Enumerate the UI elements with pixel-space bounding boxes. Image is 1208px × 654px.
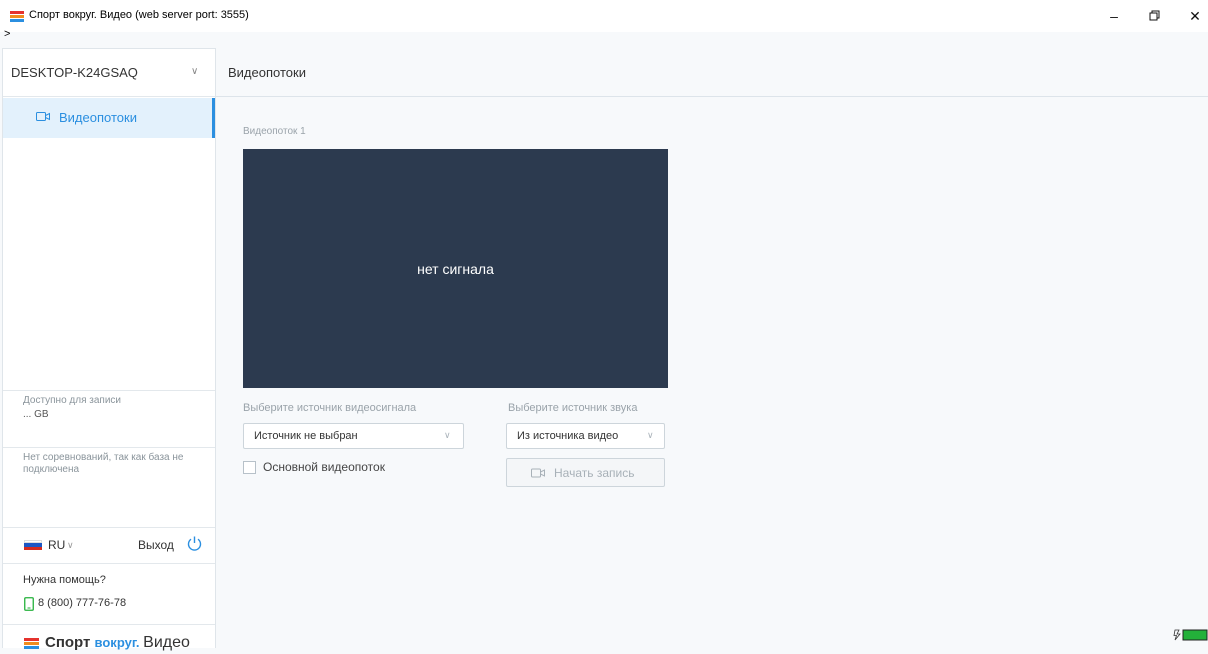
title-bar: Спорт вокруг. Видео (web server port: 35… <box>0 0 1208 32</box>
help-phone: 8 (800) 777-76-78 <box>38 597 127 609</box>
help-title: Нужна помощь? <box>23 574 106 586</box>
sidebar-item-videostreams[interactable]: Видеопотоки <box>3 98 215 138</box>
start-recording-button[interactable]: Начать запись <box>506 458 665 487</box>
sidebar: DESKTOP-K24GSAQ ∨ Видеопотоки Доступно д… <box>2 48 216 651</box>
close-button[interactable]: ✕ <box>1185 6 1205 26</box>
main-stream-checkbox[interactable] <box>243 461 256 474</box>
storage-label: Доступно для записи <box>23 395 122 406</box>
chevron-down-icon: ∨ <box>444 430 451 440</box>
storage-info: Доступно для записи ... GB <box>3 390 215 448</box>
video-source-value: Источник не выбран <box>254 430 358 442</box>
app-logo-icon <box>10 11 24 22</box>
camera-icon <box>36 112 50 121</box>
language-logout-row: RU ∨ Выход <box>3 527 215 564</box>
audio-source-label: Выберите источник звука <box>508 402 638 414</box>
minimize-button[interactable]: – <box>1104 6 1124 26</box>
storage-value: ... GB <box>23 409 49 420</box>
device-select[interactable]: DESKTOP-K24GSAQ ∨ <box>3 49 215 97</box>
chevron-down-icon: ∨ <box>647 430 654 440</box>
chevron-down-icon: ∨ <box>67 540 74 550</box>
brand-footer: Спорт вокруг. Видео <box>3 624 215 654</box>
video-source-select[interactable]: Источник не выбран ∨ <box>243 423 464 449</box>
main-stream-label[interactable]: Основной видеопоток <box>263 460 385 474</box>
chevron-down-icon: ∨ <box>191 66 199 77</box>
battery-icon <box>1173 629 1208 641</box>
logout-button[interactable]: Выход <box>138 538 174 552</box>
device-name: DESKTOP-K24GSAQ <box>11 65 138 80</box>
stream-title: Видеопоток 1 <box>243 126 306 137</box>
window-title: Спорт вокруг. Видео (web server port: 35… <box>29 9 249 21</box>
language-select[interactable]: RU <box>48 538 65 552</box>
phone-icon <box>24 597 34 611</box>
sidebar-item-label: Видеопотоки <box>59 110 137 125</box>
no-signal-text: нет сигнала <box>417 261 494 277</box>
power-icon[interactable] <box>186 535 203 552</box>
video-preview: нет сигнала <box>243 149 668 388</box>
brand-logo-icon <box>24 638 39 650</box>
page-title: Видеопотоки <box>228 65 306 80</box>
video-source-label: Выберите источник видеосигнала <box>243 402 417 414</box>
console-prompt: > <box>4 28 11 40</box>
maximize-button[interactable] <box>1145 6 1165 26</box>
camera-icon <box>531 468 545 478</box>
page-header: Видеопотоки <box>216 48 1208 97</box>
db-status-text: Нет соревнований, так как база не подклю… <box>23 452 184 475</box>
brand-name: Спорт вокруг. Видео <box>45 634 190 651</box>
audio-source-value: Из источника видео <box>517 430 619 442</box>
start-recording-label: Начать запись <box>554 466 635 480</box>
audio-source-select[interactable]: Из источника видео ∨ <box>506 423 665 449</box>
russia-flag-icon <box>24 540 42 550</box>
